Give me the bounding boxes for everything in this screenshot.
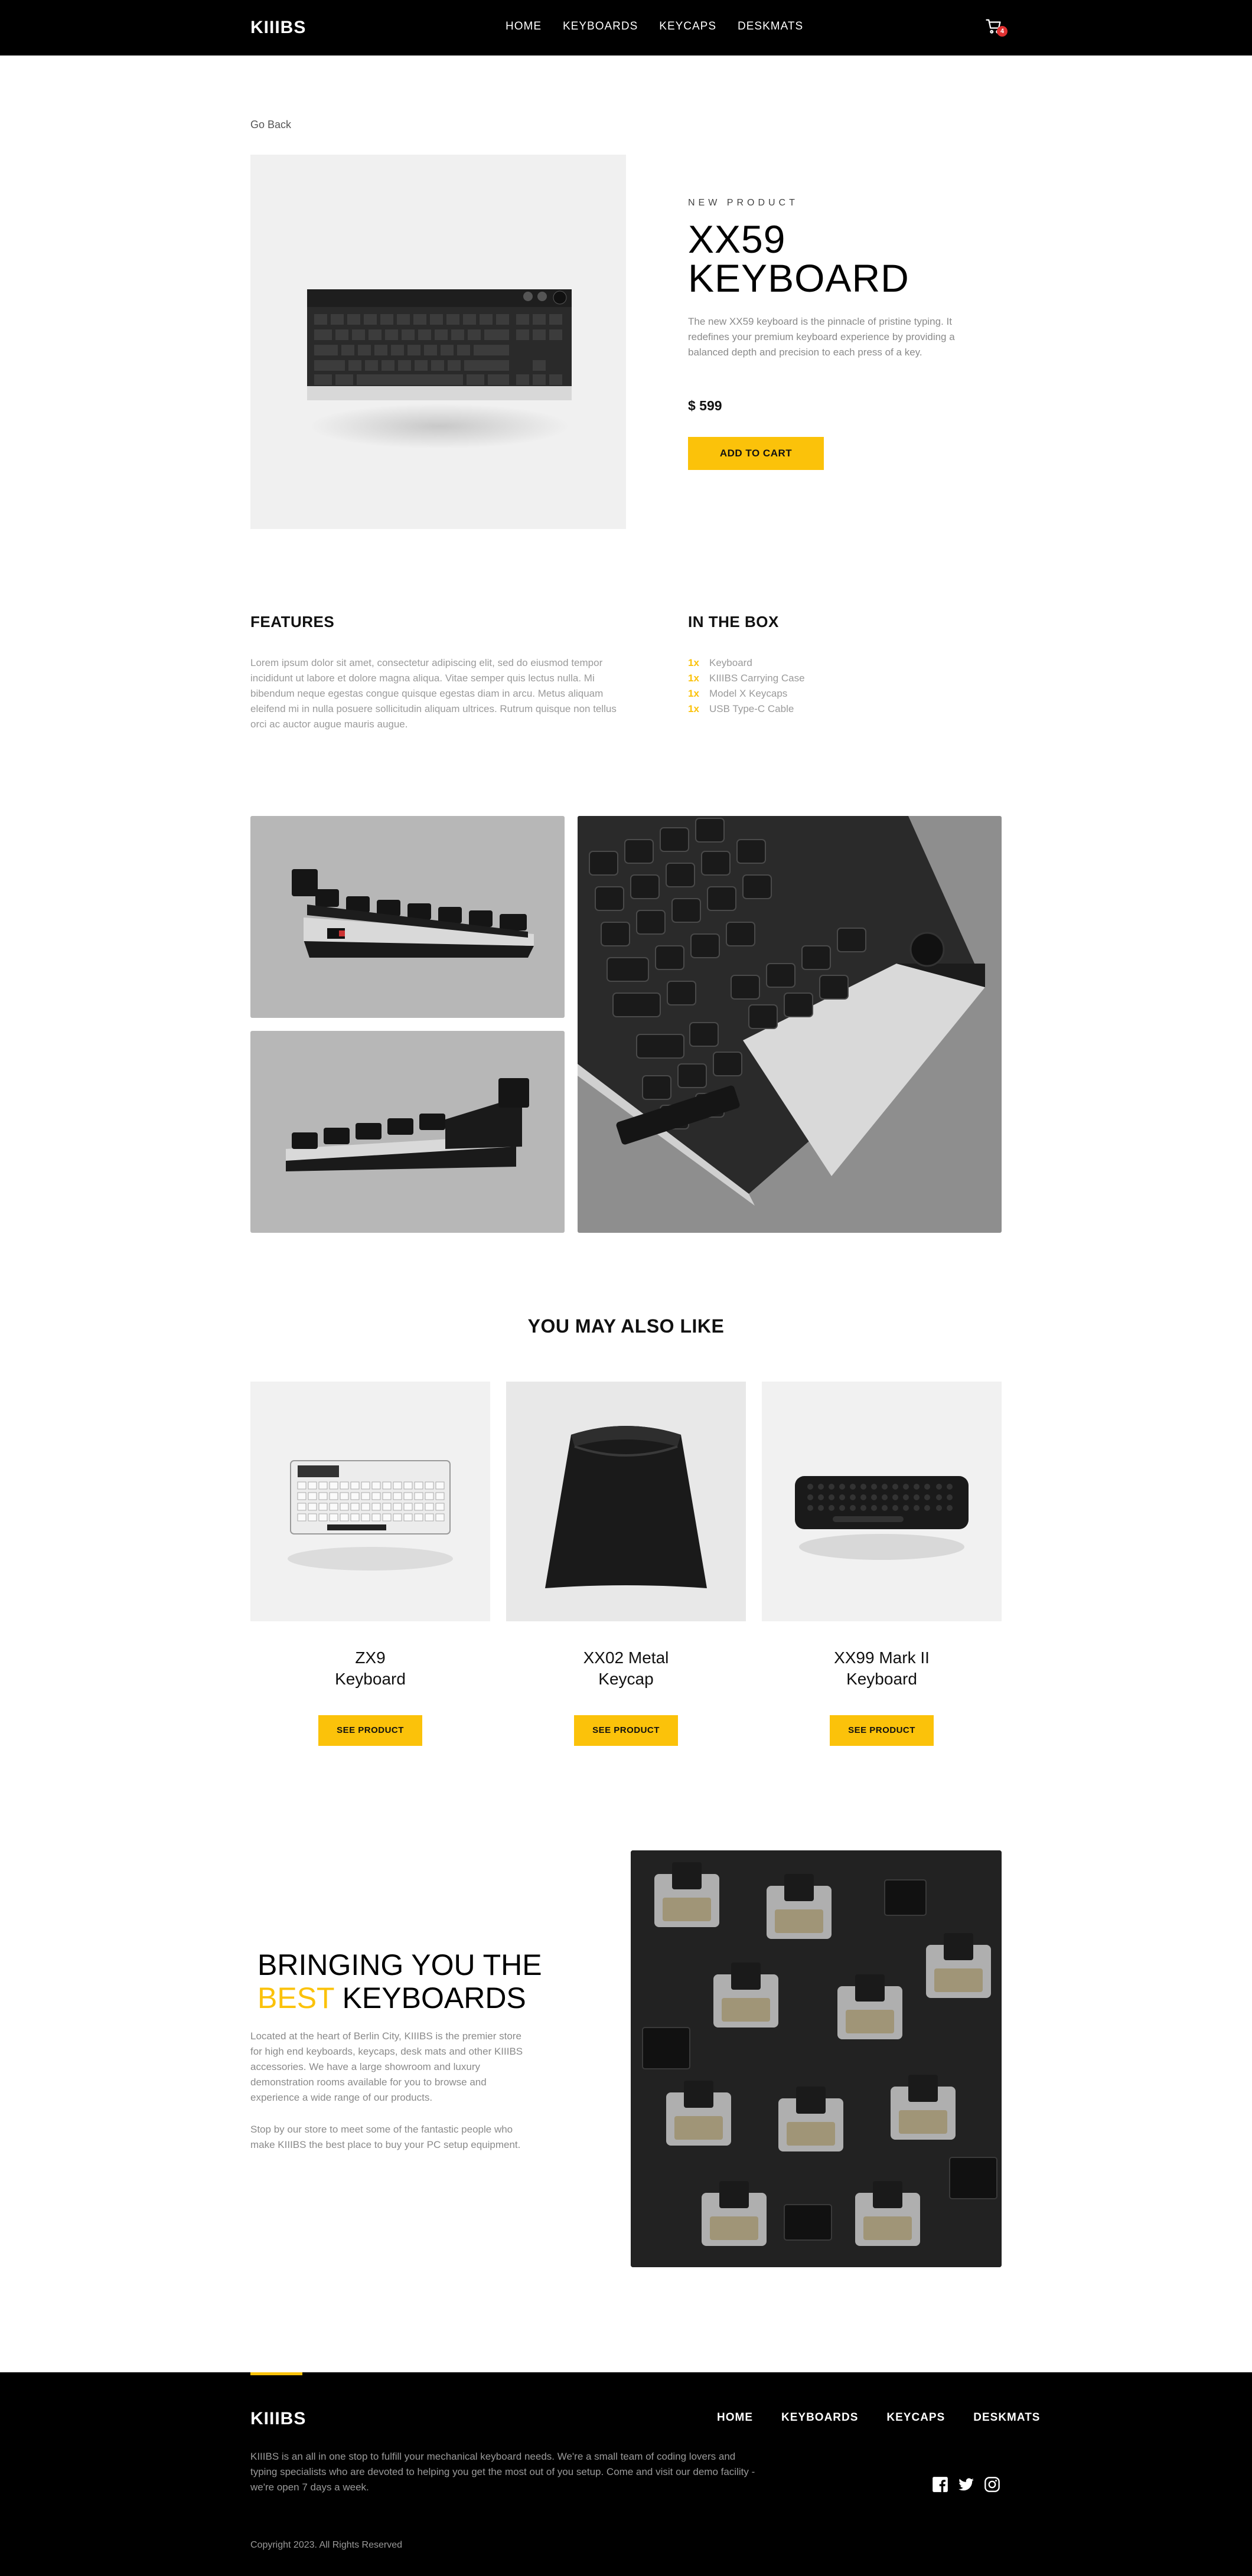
footer-accent-bar <box>250 2372 302 2375</box>
item-qty: 1x <box>688 657 699 668</box>
footer-description: KIIIBS is an all in one stop to fulfill … <box>250 2451 755 2493</box>
features-text: Lorem ipsum dolor sit amet, consectetur … <box>250 657 617 730</box>
switches-image <box>631 1850 1002 2267</box>
white-keyboard-illustration <box>288 1460 453 1571</box>
product-card-image-xx02[interactable] <box>506 1382 746 1621</box>
add-to-cart-button[interactable]: ADD TO CART <box>688 437 824 470</box>
nav-home-link[interactable]: HOME <box>506 20 542 33</box>
keyboard-back-illustration <box>286 1078 529 1171</box>
footer-nav: HOME KEYBOARDS KEYCAPS DESKMATS <box>717 2411 1040 2424</box>
footer-nav-keycaps-link[interactable]: KEYCAPS <box>886 2411 945 2424</box>
also-like-title: YOU MAY ALSO LIKE <box>527 1315 725 1337</box>
about-paragraph-2: Stop by our store to meet some of the fa… <box>250 2124 521 2150</box>
card-name-line2: Keyboard <box>335 1670 406 1688</box>
keyboard-side-illustration <box>292 869 534 958</box>
black-keyboard-illustration <box>795 1476 969 1560</box>
card-name-line1: XX99 Mark II <box>834 1648 930 1667</box>
product-card-image-xx99[interactable] <box>762 1382 1002 1621</box>
product-title-line2: KEYBOARD <box>688 256 909 300</box>
in-the-box-list: 1x Keyboard 1x KIIIBS Carrying Case 1x Mode… <box>688 655 805 717</box>
footer-nav-keyboards-link[interactable]: KEYBOARDS <box>781 2411 858 2424</box>
product-eyebrow: NEW PRODUCT <box>688 198 798 208</box>
nav-deskmats-link[interactable]: DESKMATS <box>738 20 803 33</box>
main-nav: HOME KEYBOARDS KEYCAPS DESKMATS <box>506 20 803 33</box>
item-qty: 1x <box>688 688 699 699</box>
item-name: KIIIBS Carrying Case <box>709 672 805 684</box>
product-card-image-zx9[interactable] <box>250 1382 490 1621</box>
list-item: 1x Model X Keycaps <box>688 686 805 701</box>
product-description: The new XX59 keyboard is the pinnacle of… <box>688 316 955 358</box>
item-qty: 1x <box>688 672 699 684</box>
item-name: USB Type-C Cable <box>709 703 794 714</box>
see-product-button-xx02[interactable]: SEE PRODUCT <box>574 1715 678 1746</box>
card-name-line2: Keycap <box>598 1670 654 1688</box>
product-price: $ 599 <box>688 398 722 413</box>
see-product-button-zx9[interactable]: SEE PRODUCT <box>318 1715 422 1746</box>
product-card-name-zx9: ZX9 Keyboard <box>250 1647 490 1690</box>
gallery-image-side-left <box>250 816 565 1018</box>
footer-logo[interactable]: KIIIBS <box>250 2409 306 2429</box>
gallery-image-side-right <box>250 1031 565 1233</box>
instagram-icon[interactable] <box>984 2476 1002 2494</box>
keyboard-illustration <box>307 289 572 449</box>
about-title-highlight: BEST <box>257 1981 334 2015</box>
gallery-image-closeup <box>578 816 1002 1233</box>
nav-keycaps-link[interactable]: KEYCAPS <box>659 20 716 33</box>
item-name: Model X Keycaps <box>709 688 788 699</box>
product-card-name-xx99: XX99 Mark II Keyboard <box>762 1647 1002 1690</box>
product-card-name-xx02: XX02 Metal Keycap <box>506 1647 746 1690</box>
about-title-line1: BRINGING YOU THE <box>257 1948 542 1981</box>
switches-illustration <box>631 1850 1002 2267</box>
keyboard-closeup-illustration <box>578 816 985 1206</box>
about-title-rest: KEYBOARDS <box>334 1981 526 2015</box>
product-hero-image <box>250 155 626 529</box>
facebook-glyph <box>933 2477 948 2492</box>
product-title-line1: XX59 <box>688 217 786 261</box>
in-the-box-title: IN THE BOX <box>688 613 779 631</box>
nav-keyboards-link[interactable]: KEYBOARDS <box>563 20 638 33</box>
cart-count-badge: 4 <box>997 26 1008 37</box>
keycap-illustration <box>545 1426 707 1588</box>
instagram-glyph <box>984 2477 1000 2492</box>
site-footer: KIIIBS HOME KEYBOARDS KEYCAPS DESKMATS K… <box>0 2372 1252 2576</box>
twitter-glyph <box>958 2478 974 2491</box>
about-title: BRINGING YOU THE BEST KEYBOARDS <box>257 1948 542 2015</box>
list-item: 1x USB Type-C Cable <box>688 701 805 717</box>
site-header: KIIIBS HOME KEYBOARDS KEYCAPS DESKMATS 4 <box>0 0 1252 55</box>
footer-nav-home-link[interactable]: HOME <box>717 2411 753 2424</box>
card-name-line2: Keyboard <box>846 1670 917 1688</box>
footer-nav-deskmats-link[interactable]: DESKMATS <box>973 2411 1040 2424</box>
product-title: XX59 KEYBOARD <box>688 220 909 298</box>
go-back-link[interactable]: Go Back <box>250 119 291 131</box>
list-item: 1x KIIIBS Carrying Case <box>688 671 805 686</box>
cart-button[interactable]: 4 <box>985 18 1008 39</box>
features-title: FEATURES <box>250 613 335 631</box>
item-qty: 1x <box>688 703 699 714</box>
list-item: 1x Keyboard <box>688 655 805 671</box>
about-paragraph-1: Located at the heart of Berlin City, KII… <box>250 2030 523 2103</box>
item-name: Keyboard <box>709 657 752 668</box>
card-name-line1: XX02 Metal <box>583 1648 669 1667</box>
copyright-text: Copyright 2023. All Rights Reserved <box>250 2540 403 2550</box>
facebook-icon[interactable] <box>932 2476 950 2494</box>
card-name-line1: ZX9 <box>355 1648 386 1667</box>
see-product-button-xx99[interactable]: SEE PRODUCT <box>830 1715 934 1746</box>
site-logo[interactable]: KIIIBS <box>250 18 306 38</box>
twitter-icon[interactable] <box>958 2476 976 2494</box>
